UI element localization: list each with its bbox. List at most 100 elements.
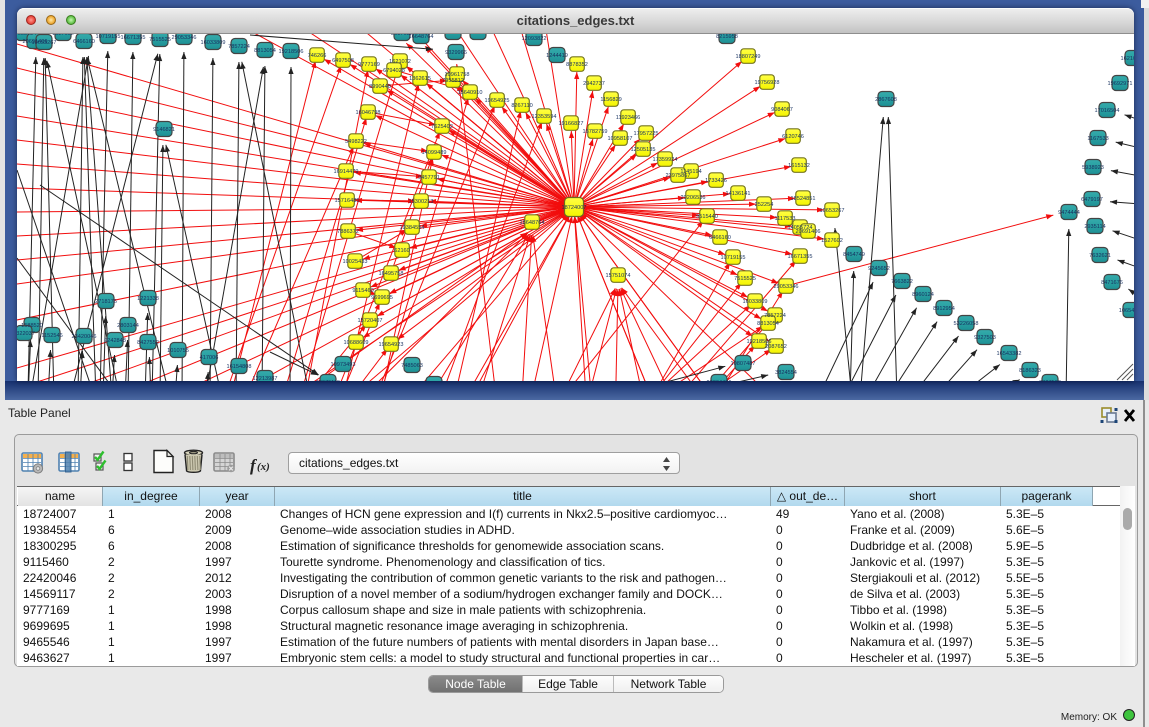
- svg-text:19384554: 19384554: [400, 225, 425, 231]
- svg-text:29053346: 29053346: [774, 284, 799, 290]
- svg-text:16648764: 16648764: [520, 220, 545, 226]
- svg-text:10973493: 10973493: [331, 362, 356, 368]
- svg-text:7625402: 7625402: [431, 124, 453, 130]
- svg-text:12505135: 12505135: [631, 147, 656, 153]
- svg-text:2942737: 2942737: [583, 81, 605, 87]
- svg-text:9327503: 9327503: [974, 335, 996, 341]
- svg-text:18724007: 18724007: [562, 205, 587, 211]
- svg-text:8813054: 8813054: [757, 321, 779, 327]
- svg-text:10653267: 10653267: [32, 40, 57, 46]
- svg-text:1244419: 1244419: [546, 53, 568, 59]
- svg-text:15640910: 15640910: [458, 90, 483, 96]
- svg-text:10653267: 10653267: [820, 208, 845, 214]
- svg-text:10025433: 10025433: [343, 259, 368, 265]
- svg-text:252254: 252254: [755, 202, 774, 208]
- svg-text:53226058: 53226058: [954, 321, 979, 327]
- svg-text:18807249: 18807249: [736, 54, 761, 60]
- svg-text:8471676: 8471676: [1101, 280, 1123, 286]
- svg-text:1362615: 1362615: [409, 76, 431, 82]
- svg-text:8912954: 8912954: [933, 306, 955, 312]
- svg-text:5938923: 5938923: [1082, 165, 1104, 171]
- svg-text:1527602: 1527602: [821, 238, 843, 244]
- svg-text:7857224: 7857224: [764, 313, 786, 319]
- svg-text:16033809: 16033809: [743, 299, 768, 305]
- svg-text:5498222: 5498222: [345, 139, 367, 145]
- svg-text:6497508: 6497508: [332, 58, 354, 64]
- svg-text:8215958: 8215958: [716, 34, 738, 40]
- svg-text:7663822: 7663822: [891, 279, 913, 285]
- svg-text:9227542: 9227542: [467, 34, 489, 36]
- svg-text:2803144: 2803144: [117, 323, 139, 329]
- svg-text:19654925: 19654925: [485, 98, 510, 104]
- svg-text:2718176: 2718176: [95, 299, 117, 305]
- svg-text:8960124: 8960124: [912, 292, 934, 298]
- svg-text:15751074: 15751074: [606, 273, 631, 279]
- svg-text:15751074: 15751074: [441, 34, 466, 36]
- svg-text:9084067: 9084067: [771, 107, 793, 113]
- svg-text:12975115: 12975115: [316, 380, 340, 381]
- svg-text:10654112: 10654112: [1119, 308, 1134, 314]
- svg-text:7632621: 7632621: [1089, 253, 1111, 259]
- svg-text:2087652: 2087652: [765, 344, 787, 350]
- svg-text:3824554: 3824554: [775, 370, 797, 376]
- svg-text:19166827: 19166827: [559, 121, 584, 127]
- svg-text:20364436: 20364436: [707, 380, 732, 381]
- svg-text:16543382: 16543382: [997, 351, 1022, 357]
- svg-text:17016504: 17016504: [1095, 108, 1120, 114]
- svg-text:9474444: 9474444: [1058, 210, 1080, 216]
- svg-text:19218506: 19218506: [279, 49, 304, 55]
- svg-text:1010755: 1010755: [167, 348, 189, 354]
- svg-text:6479197: 6479197: [1081, 197, 1103, 203]
- svg-text:1615132: 1615132: [788, 163, 810, 169]
- svg-text:29053346: 29053346: [172, 35, 197, 41]
- svg-text:62160: 62160: [394, 248, 410, 254]
- svg-text:23420046: 23420046: [72, 334, 97, 340]
- svg-text:16671355: 16671355: [121, 35, 146, 41]
- svg-text:17957225: 17957225: [634, 131, 659, 137]
- svg-text:14055724: 14055724: [17, 34, 36, 37]
- svg-text:16914479: 16914479: [334, 169, 359, 175]
- svg-text:9777169: 9777169: [358, 62, 380, 68]
- svg-text:6794028: 6794028: [383, 68, 405, 74]
- svg-text:7857224: 7857224: [228, 44, 250, 50]
- svg-text:16210643: 16210643: [1121, 56, 1134, 62]
- svg-text:20206536: 20206536: [681, 195, 706, 201]
- svg-text:1221338: 1221338: [137, 296, 159, 302]
- svg-text:6120746: 6120746: [782, 134, 804, 140]
- svg-text:8186323: 8186323: [1019, 368, 1041, 374]
- svg-text:2867608: 2867608: [875, 97, 897, 103]
- svg-text:1621072: 1621072: [389, 59, 411, 65]
- svg-text:9146821: 9146821: [153, 127, 175, 133]
- svg-text:15300213: 15300213: [409, 199, 434, 205]
- svg-text:9327508: 9327508: [1039, 380, 1061, 381]
- svg-text:1733426: 1733426: [705, 178, 727, 184]
- svg-text:7515525: 7515525: [734, 276, 756, 282]
- svg-text:1167533: 1167533: [1087, 136, 1108, 142]
- svg-text:1588520: 1588520: [21, 323, 43, 329]
- svg-text:417006: 417006: [200, 355, 219, 361]
- svg-text:(x): (x): [257, 461, 270, 473]
- svg-text:23975867: 23975867: [666, 173, 691, 179]
- svg-text:12093822: 12093822: [522, 36, 547, 42]
- svg-text:16495758: 16495758: [379, 271, 404, 277]
- svg-text:16046798: 16046798: [356, 110, 381, 116]
- svg-text:18524851: 18524851: [791, 196, 816, 202]
- svg-text:12353594: 12353594: [532, 114, 557, 120]
- svg-text:19756928: 19756928: [755, 80, 780, 86]
- svg-text:9242848: 9242848: [104, 338, 126, 344]
- svg-text:6466160: 6466160: [709, 235, 731, 241]
- svg-text:9329966: 9329966: [445, 50, 467, 56]
- svg-text:746266: 746266: [308, 53, 327, 59]
- svg-text:2935114: 2935114: [1084, 224, 1105, 230]
- svg-text:17359924: 17359924: [653, 157, 678, 163]
- svg-text:8990448: 8990448: [369, 84, 391, 90]
- svg-text:14136141: 14136141: [726, 191, 751, 197]
- svg-text:6466160: 6466160: [73, 39, 95, 45]
- svg-text:16782759: 16782759: [583, 129, 608, 135]
- svg-text:11923466: 11923466: [616, 115, 640, 121]
- svg-text:20691406: 20691406: [796, 229, 821, 235]
- svg-text:7515525: 7515525: [149, 37, 171, 43]
- svg-text:19692971: 19692971: [1108, 81, 1133, 87]
- svg-text:1156829: 1156829: [600, 97, 621, 103]
- svg-text:8454749: 8454749: [843, 252, 865, 258]
